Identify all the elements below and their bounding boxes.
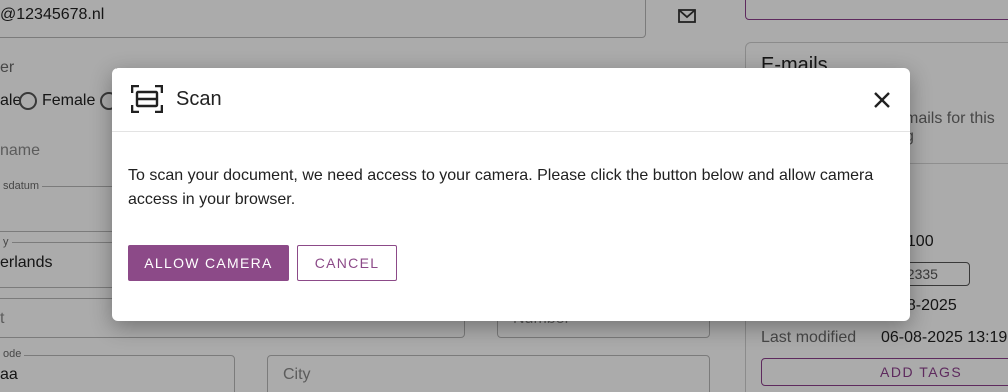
dialog-divider <box>112 131 910 132</box>
dialog-message: To scan your document, we need access to… <box>128 167 874 208</box>
cancel-button[interactable]: CANCEL <box>297 245 397 281</box>
dialog-title: Scan <box>176 88 222 110</box>
allow-camera-button[interactable]: ALLOW CAMERA <box>128 245 289 281</box>
close-icon[interactable] <box>870 88 894 112</box>
scan-icon <box>131 85 163 113</box>
scan-dialog: Scan To scan your document, we need acce… <box>112 68 910 321</box>
